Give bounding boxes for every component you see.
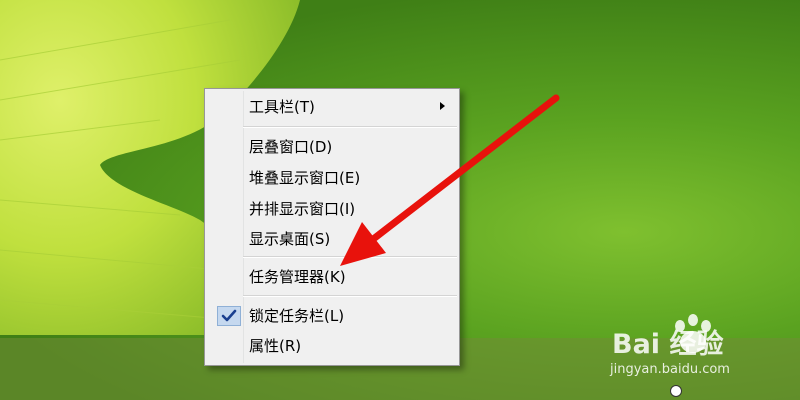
taskbar-context-menu: 工具栏(T) 层叠窗口(D) 堆叠显示窗口(E) 并排显示窗口(I) 显示桌面(… xyxy=(204,88,460,366)
baidu-jingyan-watermark: Bai 经验 jingyan.baidu.com xyxy=(610,312,795,384)
submenu-arrow-icon xyxy=(440,102,445,110)
checkmark-icon xyxy=(217,306,241,326)
menu-item-side-by-side-windows[interactable]: 并排显示窗口(I) xyxy=(205,195,459,221)
menu-item-task-manager[interactable]: 任务管理器(K) xyxy=(205,263,459,289)
menu-separator xyxy=(243,256,457,258)
menu-item-label: 属性(R) xyxy=(249,337,302,355)
menu-item-label: 堆叠显示窗口(E) xyxy=(249,169,361,187)
menu-item-label: 工具栏(T) xyxy=(249,98,315,116)
menu-item-label: 并排显示窗口(I) xyxy=(249,200,356,218)
menu-item-lock-taskbar[interactable]: 锁定任务栏(L) xyxy=(205,302,459,328)
menu-separator xyxy=(243,295,457,297)
menu-item-show-desktop[interactable]: 显示桌面(S) xyxy=(205,225,459,251)
menu-item-label: 层叠窗口(D) xyxy=(249,138,333,156)
watermark-url: jingyan.baidu.com xyxy=(610,362,730,377)
menu-item-stacked-windows[interactable]: 堆叠显示窗口(E) xyxy=(205,164,459,190)
menu-item-label: 任务管理器(K) xyxy=(249,268,346,286)
menu-item-label: 显示桌面(S) xyxy=(249,230,331,248)
menu-item-properties[interactable]: 属性(R) xyxy=(205,332,459,358)
menu-item-cascade-windows[interactable]: 层叠窗口(D) xyxy=(205,133,459,159)
menu-item-label: 锁定任务栏(L) xyxy=(249,307,345,325)
menu-item-toolbars[interactable]: 工具栏(T) xyxy=(205,93,459,119)
watermark-brand: Bai 经验 xyxy=(612,329,724,360)
mouse-cursor-icon xyxy=(670,385,682,397)
menu-separator xyxy=(243,126,457,128)
